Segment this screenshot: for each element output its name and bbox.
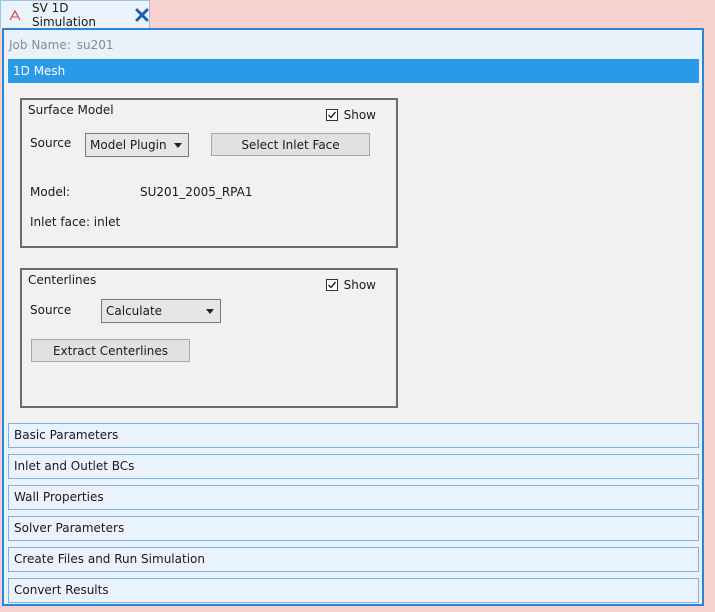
section-header-inlet-outlet-bcs[interactable]: Inlet and Outlet BCs [8,454,699,479]
surface-model-show-checkbox[interactable]: Show [325,108,376,122]
surface-model-show-label: Show [343,108,376,122]
surface-model-title: Surface Model [28,103,114,117]
centerlines-source-label: Source [30,303,72,317]
section-content-1d-mesh: Surface Model Show Source Model Plugin S… [8,83,699,423]
centerlines-source-select[interactable]: Calculate [101,299,221,323]
section-header-convert-results[interactable]: Convert Results [8,578,699,603]
section-header-wall-properties[interactable]: Wall Properties [8,485,699,510]
model-label: Model: [30,185,71,199]
centerlines-show-checkbox[interactable]: Show [325,278,376,292]
centerlines-source-value: Calculate [106,304,163,318]
model-value: SU201_2005_RPA1 [140,185,253,199]
section-header-solver-parameters[interactable]: Solver Parameters [8,516,699,541]
centerlines-title: Centerlines [28,273,97,287]
centerlines-show-label: Show [343,278,376,292]
close-icon[interactable] [135,7,150,23]
simulation-panel: Job Name: su201 1D Mesh Surface Model Sho… [2,28,704,606]
chevron-down-icon [174,143,182,148]
surface-model-group: Surface Model Show Source Model Plugin S… [20,98,398,248]
extract-centerlines-button[interactable]: Extract Centerlines [31,339,190,362]
tab-title: SV 1D Simulation [32,0,96,29]
surface-model-source-select[interactable]: Model Plugin [85,133,189,157]
section-header-create-files-run[interactable]: Create Files and Run Simulation [8,547,699,572]
checkbox-checked-icon[interactable] [325,109,338,121]
section-header-1d-mesh[interactable]: 1D Mesh [8,59,699,83]
surface-model-source-value: Model Plugin [90,138,167,152]
inlet-face-text: Inlet face: inlet [30,215,121,229]
job-name: Job Name: su201 [9,38,120,52]
select-inlet-face-button[interactable]: Select Inlet Face [211,133,370,156]
surface-model-source-label: Source [30,136,72,150]
section-header-basic-parameters[interactable]: Basic Parameters [8,423,699,448]
chevron-down-icon [206,309,214,314]
job-name-label: Job Name: [9,38,71,52]
tab-sv-1d-simulation[interactable]: SV 1D Simulation [0,0,150,29]
app-logo-icon [8,8,22,22]
centerlines-group: Centerlines Show Source Calculate Extrac… [20,268,398,408]
job-name-value: su201 [76,38,114,52]
checkbox-checked-icon[interactable] [325,279,338,291]
